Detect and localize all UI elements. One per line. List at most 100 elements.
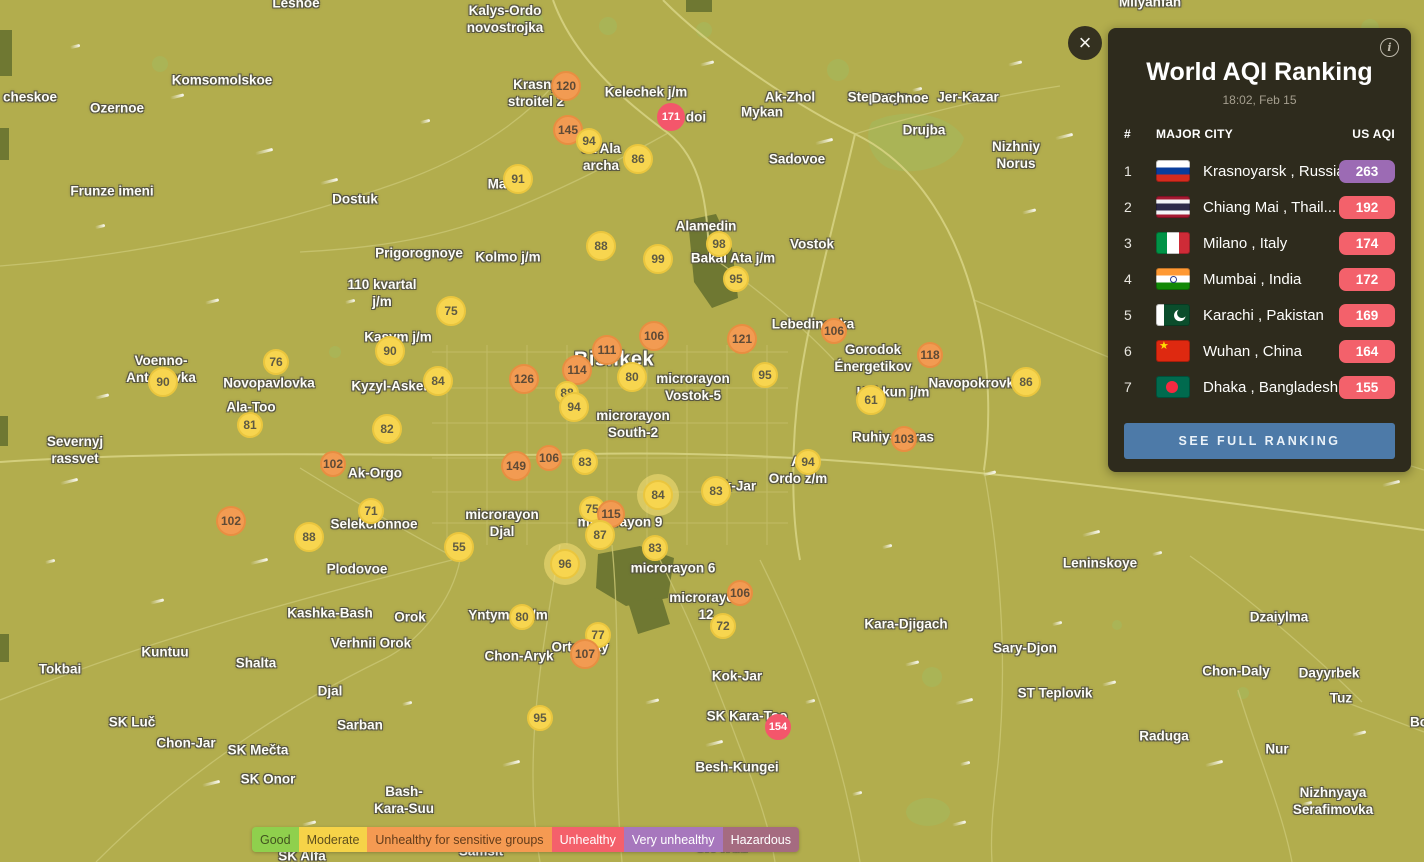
map-label: Sarban xyxy=(337,717,383,733)
aqi-marker[interactable]: 76 xyxy=(263,349,289,375)
aqi-marker[interactable]: 107 xyxy=(570,639,600,669)
aqi-marker[interactable]: 83 xyxy=(642,535,668,561)
rank-number: 6 xyxy=(1124,343,1132,359)
aqi-marker[interactable]: 102 xyxy=(216,506,246,536)
aqi-marker[interactable]: 86 xyxy=(1011,367,1041,397)
wind-streak xyxy=(881,543,893,549)
aqi-marker[interactable]: 95 xyxy=(723,266,749,292)
ranking-row[interactable]: 2 Chiang Mai , Thail... 192 xyxy=(1124,189,1395,225)
map-label: Shalta xyxy=(235,655,277,671)
legend-item: Hazardous xyxy=(722,827,800,852)
aqi-marker[interactable]: 103 xyxy=(891,426,917,452)
wind-streak xyxy=(804,698,816,704)
aqi-marker[interactable]: 94 xyxy=(559,392,589,422)
aqi-marker[interactable]: 102 xyxy=(320,451,346,477)
map-label: Kuntuu xyxy=(141,644,189,660)
wind-streak xyxy=(419,118,431,124)
aqi-marker[interactable]: 118 xyxy=(917,342,943,368)
aqi-marker[interactable]: 121 xyxy=(727,324,757,354)
aqi-marker[interactable]: 82 xyxy=(372,414,402,444)
aqi-marker[interactable]: 149 xyxy=(501,451,531,481)
wind-streak xyxy=(1007,60,1023,67)
aqi-marker[interactable]: 88 xyxy=(294,522,324,552)
map-label: Kok-Jar xyxy=(711,668,763,684)
map-label: cheskoe xyxy=(2,89,58,105)
aqi-marker[interactable]: 91 xyxy=(503,164,533,194)
aqi-marker[interactable]: 86 xyxy=(623,144,653,174)
col-aqi: US AQI xyxy=(1352,127,1395,141)
wind-streak xyxy=(1021,208,1037,215)
city-name: Wuhan , China xyxy=(1203,342,1302,360)
aqi-marker[interactable]: 95 xyxy=(752,362,778,388)
map-label: Chon-Aryk xyxy=(484,648,554,664)
aqi-marker[interactable]: 90 xyxy=(148,367,178,397)
close-button[interactable]: × xyxy=(1068,26,1102,60)
flag-icon xyxy=(1156,304,1190,326)
city-name: Mumbai , India xyxy=(1203,270,1302,288)
aqi-marker[interactable]: 171 xyxy=(657,103,685,131)
aqi-marker[interactable]: 84 xyxy=(643,480,673,510)
map-label: Milyanfan xyxy=(1118,0,1182,10)
aqi-marker[interactable]: 154 xyxy=(765,714,791,740)
aqi-marker[interactable]: 106 xyxy=(821,318,847,344)
aqi-marker[interactable]: 80 xyxy=(509,604,535,630)
aqi-marker[interactable]: 94 xyxy=(795,449,821,475)
info-icon[interactable]: i xyxy=(1380,38,1399,57)
aqi-marker[interactable]: 106 xyxy=(727,580,753,606)
aqi-marker[interactable]: 106 xyxy=(536,445,562,471)
wind-streak xyxy=(59,477,79,485)
legend-item: Very unhealthy xyxy=(623,827,723,852)
aqi-badge: 169 xyxy=(1339,303,1395,327)
aqi-marker[interactable]: 111 xyxy=(592,335,622,365)
aqi-marker[interactable]: 88 xyxy=(586,231,616,261)
wind-streak xyxy=(301,820,317,827)
aqi-marker[interactable]: 94 xyxy=(576,128,602,154)
ranking-row[interactable]: 4 Mumbai , India 172 xyxy=(1124,261,1395,297)
wind-streak xyxy=(954,697,974,705)
ranking-row[interactable]: 1 Krasnoyarsk , Russia 263 xyxy=(1124,153,1395,189)
aqi-marker[interactable]: 90 xyxy=(375,336,405,366)
legend-item: Moderate xyxy=(298,827,368,852)
aqi-marker[interactable]: 75 xyxy=(436,296,466,326)
map-label: Tokbai xyxy=(38,661,82,677)
aqi-badge: 192 xyxy=(1339,195,1395,219)
aqi-marker[interactable]: 96 xyxy=(550,549,580,579)
map-label: Nizhniy Norus xyxy=(991,139,1041,171)
see-full-ranking-button[interactable]: SEE FULL RANKING xyxy=(1124,423,1395,459)
aqi-marker[interactable]: 99 xyxy=(643,244,673,274)
map-label: Tuz xyxy=(1329,690,1353,706)
aqi-marker[interactable]: 95 xyxy=(527,705,553,731)
aqi-badge: 172 xyxy=(1339,267,1395,291)
aqi-marker[interactable]: 81 xyxy=(237,412,263,438)
map-label: SK Luč xyxy=(108,714,156,730)
aqi-marker[interactable]: 72 xyxy=(710,613,736,639)
aqi-marker[interactable]: 84 xyxy=(423,366,453,396)
aqi-marker[interactable]: 126 xyxy=(509,364,539,394)
map-label: Dostuk xyxy=(332,191,378,207)
ranking-row[interactable]: 6 Wuhan , China 164 xyxy=(1124,333,1395,369)
map-label: Kalys-Ordo novostrojka xyxy=(466,3,544,35)
ranking-row[interactable]: 3 Milano , Italy 174 xyxy=(1124,225,1395,261)
wind-streak xyxy=(959,760,971,766)
col-city: MAJOR CITY xyxy=(1156,127,1234,141)
ranking-row[interactable]: 7 Dhaka , Bangladesh 155 xyxy=(1124,369,1395,405)
wind-streak xyxy=(1101,680,1117,687)
map-label: Verhnii Orok xyxy=(330,635,412,651)
aqi-marker[interactable]: 83 xyxy=(572,449,598,475)
wind-streak xyxy=(1381,479,1401,487)
ranking-row[interactable]: 5 Karachi , Pakistan 169 xyxy=(1124,297,1395,333)
aqi-marker[interactable]: 106 xyxy=(639,321,669,351)
aqi-marker[interactable]: 80 xyxy=(617,362,647,392)
wind-streak xyxy=(149,598,165,605)
map-label: Ozernoe xyxy=(89,100,145,116)
aqi-marker[interactable]: 87 xyxy=(585,520,615,550)
panel-title: World AQI Ranking xyxy=(1146,58,1373,86)
aqi-marker[interactable]: 98 xyxy=(706,231,732,257)
wind-streak xyxy=(1151,550,1163,556)
aqi-marker[interactable]: 71 xyxy=(358,498,384,524)
aqi-marker[interactable]: 61 xyxy=(856,385,886,415)
aqi-marker[interactable]: 120 xyxy=(551,71,581,101)
aqi-marker[interactable]: 55 xyxy=(444,532,474,562)
aqi-marker[interactable]: 83 xyxy=(701,476,731,506)
wind-streak xyxy=(201,779,221,787)
